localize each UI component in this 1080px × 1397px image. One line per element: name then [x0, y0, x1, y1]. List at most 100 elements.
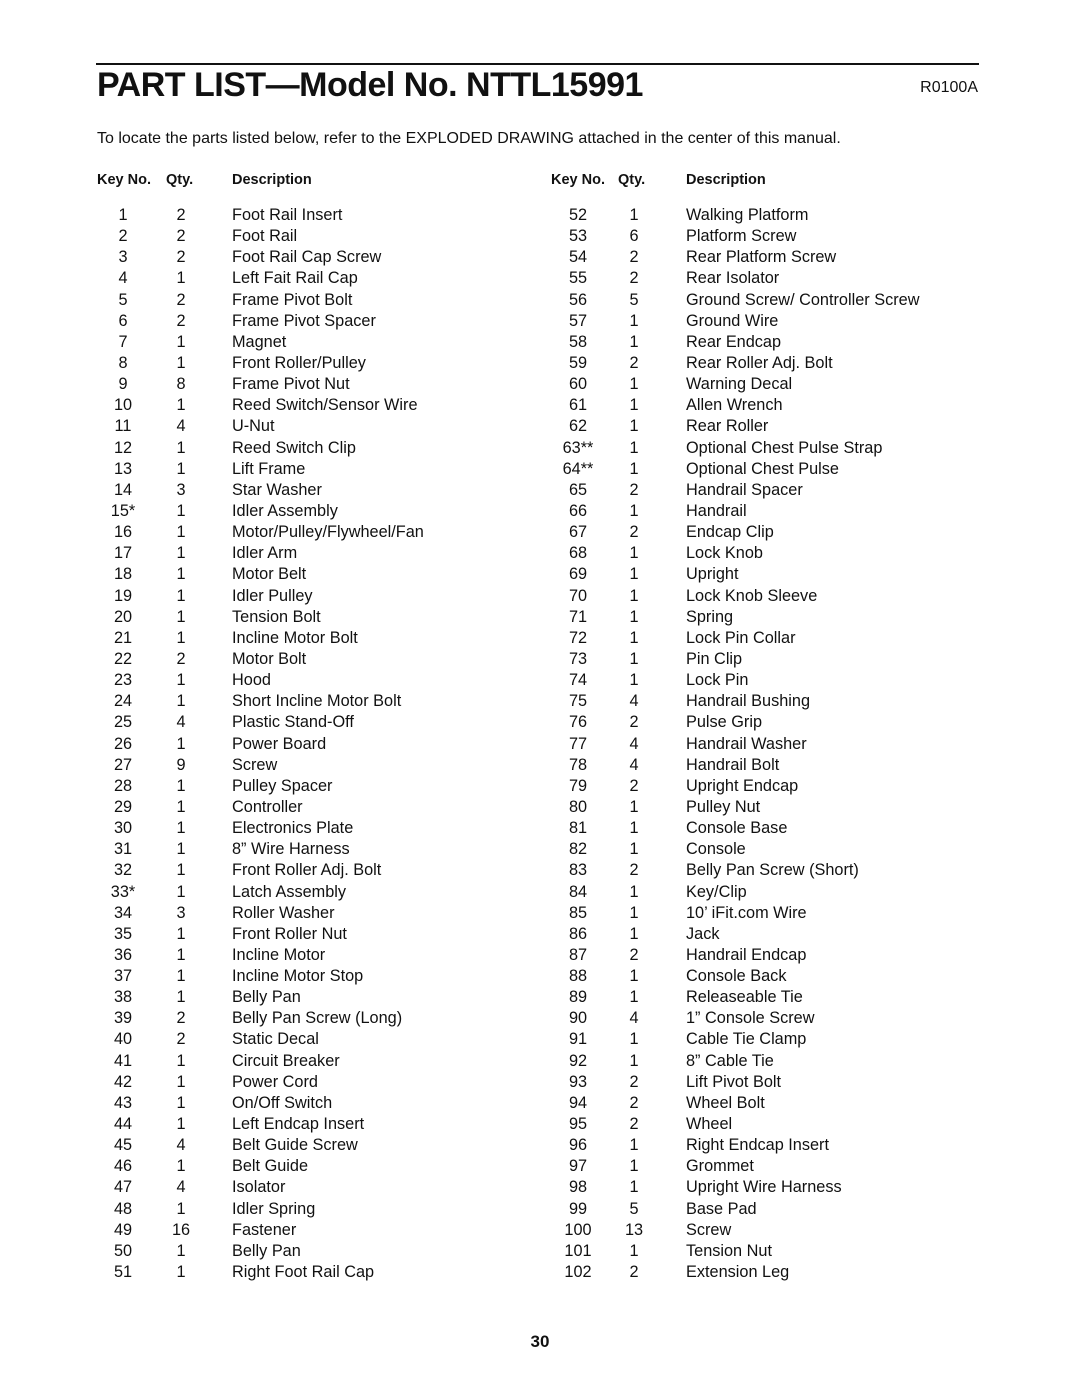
part-qty: 1: [629, 924, 639, 943]
part-description: Hood: [232, 671, 271, 690]
part-key-no: 65: [568, 480, 588, 499]
part-description: Fastener: [232, 1220, 297, 1239]
part-key-no: 68: [568, 544, 588, 563]
part-qty: 1: [629, 459, 639, 478]
part-key-no: 34: [113, 903, 133, 922]
part-description: Belt Guide Screw: [232, 1136, 358, 1155]
part-description: Ground Screw/ Controller Screw: [686, 290, 920, 309]
part-description: Belly Pan Screw (Long): [232, 1009, 403, 1028]
part-qty: 1: [629, 417, 639, 436]
part-description: Front Roller Nut: [232, 924, 347, 943]
part-key-no: 57: [568, 311, 588, 330]
part-qty: 1: [629, 438, 639, 457]
part-qty: 2: [176, 290, 186, 309]
part-key-no: 47: [113, 1178, 133, 1197]
part-key-no: 38: [113, 988, 133, 1007]
part-qty: 1: [176, 840, 186, 859]
part-key-no: 96: [568, 1136, 588, 1155]
part-key-no: 61: [568, 396, 588, 415]
part-qty: 2: [629, 248, 639, 267]
part-description: Console: [686, 840, 746, 859]
part-qty: 2: [629, 713, 639, 732]
part-key-no: 42: [113, 1072, 133, 1091]
part-qty: 1: [176, 544, 186, 563]
header-rule: [96, 63, 979, 65]
part-description: Key/Clip: [686, 882, 747, 901]
part-qty: 1: [629, 903, 639, 922]
part-key-no: 12: [113, 438, 133, 457]
part-description: Lock Knob: [686, 544, 763, 563]
part-description: 10’ iFit.com Wire: [686, 903, 807, 922]
part-key-no: 20: [113, 607, 133, 626]
intro-text: To locate the parts listed below, refer …: [97, 130, 841, 147]
part-description: Lock Knob Sleeve: [686, 586, 818, 605]
part-description: Front Roller/Pulley: [232, 353, 366, 372]
part-qty: 2: [629, 1093, 639, 1112]
part-description: Left Fait Rail Cap: [232, 269, 358, 288]
part-qty: 1: [176, 1072, 186, 1091]
part-key-no: 94: [568, 1093, 588, 1112]
part-description: Upright: [686, 565, 739, 584]
part-description: Optional Chest Pulse: [686, 459, 839, 478]
part-description: Incline Motor: [232, 945, 326, 964]
part-key-no: 39: [113, 1009, 133, 1028]
part-key-no: 24: [113, 692, 133, 711]
part-qty: 2: [629, 353, 639, 372]
part-qty: 6: [629, 227, 639, 246]
part-key-no: 73: [568, 649, 588, 668]
part-key-no: 58: [568, 332, 588, 351]
part-key-no: 44: [113, 1115, 133, 1134]
part-description: Motor Belt: [232, 565, 307, 584]
part-description: Magnet: [232, 332, 287, 351]
part-qty: 1: [176, 396, 186, 415]
part-qty: 1: [629, 819, 639, 838]
part-key-no: 91: [568, 1030, 588, 1049]
part-key-no: 79: [568, 776, 588, 795]
part-description: Belly Pan Screw (Short): [686, 861, 859, 880]
part-qty: 1: [629, 206, 639, 224]
part-description: Console Base: [686, 819, 788, 838]
part-qty: 1: [629, 1136, 639, 1155]
part-qty: 5: [629, 290, 639, 309]
part-key-no: 77: [568, 734, 588, 753]
part-key-no: 22: [113, 649, 133, 668]
part-qty: 2: [176, 248, 186, 267]
part-key-no: 45: [113, 1136, 133, 1155]
part-description: 1” Console Screw: [686, 1009, 815, 1028]
part-qty: 1: [629, 586, 639, 605]
part-key-no: 90: [568, 1009, 588, 1028]
part-key-no: 80: [568, 797, 588, 816]
part-description: Wheel: [686, 1115, 733, 1134]
part-qty: 1: [629, 988, 639, 1007]
part-key-no: 55: [568, 269, 588, 288]
part-key-no: 81: [568, 819, 588, 838]
part-qty: 1: [629, 565, 639, 584]
part-description: Warning Decal: [686, 375, 793, 394]
part-qty: 1: [629, 1051, 639, 1070]
part-description: Releaseable Tie: [686, 988, 803, 1007]
part-description: Rear Endcap: [686, 332, 782, 351]
part-description: Latch Assembly: [232, 882, 347, 901]
part-description: Belly Pan: [232, 988, 301, 1007]
part-description: Incline Motor Stop: [232, 967, 364, 986]
part-qty: 1: [629, 1030, 639, 1049]
header-key-no: Key No.: [551, 172, 605, 188]
part-key-no: 66: [568, 501, 588, 520]
part-key-no: 43: [113, 1093, 133, 1112]
part-key-no: 23: [113, 671, 133, 690]
part-qty: 1: [629, 797, 639, 816]
part-key-no: 6: [118, 311, 128, 330]
part-key-no: 18: [113, 565, 133, 584]
part-key-no: 101: [564, 1241, 592, 1260]
part-key-no: 51: [113, 1263, 133, 1282]
part-key-no: 78: [568, 755, 588, 774]
page-title: PART LIST—Model No. NTTL15991: [97, 66, 643, 104]
part-description: Motor Bolt: [232, 649, 307, 668]
part-description: Rear Roller Adj. Bolt: [686, 353, 833, 372]
part-qty: 1: [176, 1241, 186, 1260]
part-key-no: 75: [568, 692, 588, 711]
part-key-no: 26: [113, 734, 133, 753]
part-description: Reed Switch/Sensor Wire: [232, 396, 418, 415]
part-description: Handrail Spacer: [686, 480, 803, 499]
part-qty: 1: [176, 269, 186, 288]
